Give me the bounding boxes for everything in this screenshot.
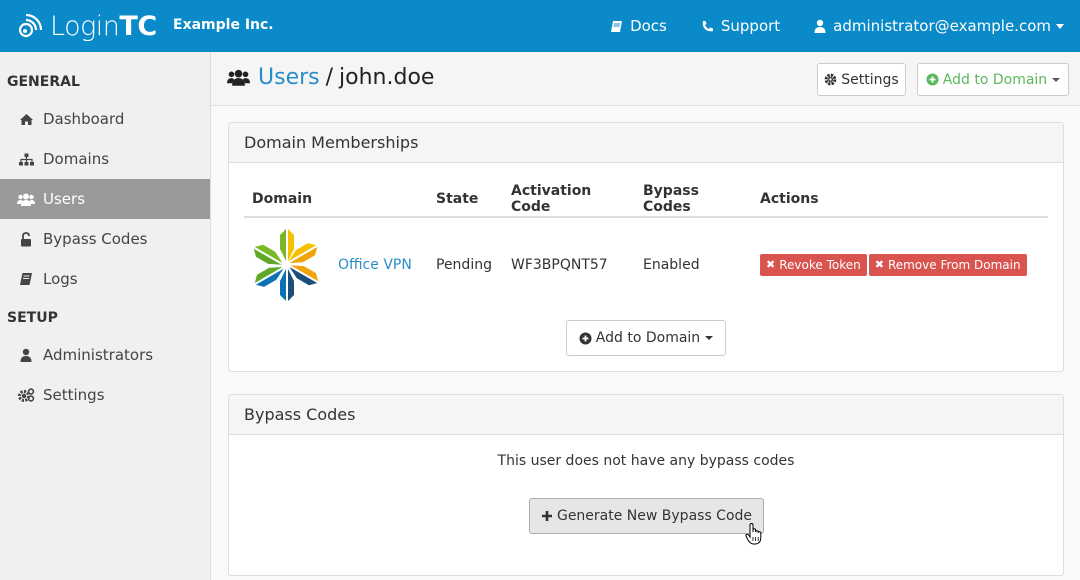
caret-down-icon [705,336,714,340]
domain-logo-icon [253,228,319,301]
gear-icon [824,73,837,86]
domain-link[interactable]: Office VPN [338,257,412,273]
breadcrumb-users-link[interactable]: Users [258,65,320,90]
caret-down-icon [1052,77,1061,82]
docs-link[interactable]: Docs [610,17,667,35]
hand-pointer-cursor-icon [745,523,762,545]
user-icon [814,19,826,33]
sidebar-item-label: Users [43,190,86,208]
domain-cell: Office VPN [244,217,428,311]
add-to-domain-label: Add to Domain [942,71,1048,88]
column-header-domain: Domain [244,181,428,218]
generate-bypass-code-label: Generate New Bypass Code [556,508,753,524]
actions-cell: ✖ Revoke Token ✖ Remove From Domain [752,217,1048,311]
domain-memberships-panel: Domain Memberships Domain State Activati… [228,122,1064,372]
revoke-token-label: Revoke Token [779,257,861,272]
sidebar: GENERAL Dashboard Domains Users Bypass C… [0,52,211,580]
unlock-icon [17,231,35,247]
account-label: administrator@example.com [833,17,1051,35]
column-header-actions: Actions [752,181,1048,218]
panel-title: Domain Memberships [229,123,1063,163]
support-link[interactable]: Support [701,17,780,35]
sidebar-section-general: GENERAL [7,74,80,90]
remove-from-domain-label: Remove From Domain [887,257,1021,272]
page-title: Users / john.doe [227,65,434,90]
page-header: Users / john.doe Settings Add to Domain [211,52,1080,106]
sidebar-item-label: Domains [43,150,110,168]
sidebar-item-label: Settings [43,386,105,404]
column-header-bypass-codes: Bypass Codes [635,181,752,218]
book-icon [611,20,623,32]
add-to-domain-button[interactable]: Add to Domain [566,320,726,356]
sidebar-section-setup: SETUP [7,310,58,326]
book-icon [17,272,35,286]
table-header-row: Domain State Activation Code Bypass Code… [244,181,1048,218]
memberships-table: Domain State Activation Code Bypass Code… [244,181,1048,311]
sidebar-item-label: Dashboard [43,110,125,128]
logintc-logo-icon [18,13,43,38]
add-to-domain-dropdown[interactable]: Add to Domain [917,63,1069,96]
sidebar-item-administrators[interactable]: Administrators [0,335,210,375]
users-icon [17,193,35,206]
sitemap-icon [17,153,35,166]
phone-icon [702,20,713,31]
bypass-codes-cell: Enabled [643,256,700,273]
sidebar-item-label: Bypass Codes [43,230,148,248]
brand-name: LoginTC [50,10,157,42]
bypass-codes-panel: Bypass Codes This user does not have any… [228,394,1064,576]
add-to-domain-label: Add to Domain [595,330,701,346]
settings-button[interactable]: Settings [817,63,906,96]
sidebar-item-logs[interactable]: Logs [0,259,210,299]
support-label: Support [720,17,781,35]
breadcrumb-separator: / [325,65,334,90]
empty-state-message: This user does not have any bypass codes [497,453,795,469]
table-row: Office VPN Pending WF3BPQNT57 Enabled ✖ R… [244,217,1048,311]
sidebar-item-label: Administrators [43,346,154,364]
user-icon [17,348,35,362]
column-header-activation-code: Activation Code [503,181,635,218]
sidebar-item-label: Logs [43,270,78,288]
settings-label: Settings [841,71,899,88]
breadcrumb-current: john.doe [339,65,435,90]
activation-code-cell: WF3BPQNT57 [511,256,608,273]
sidebar-item-bypass-codes[interactable]: Bypass Codes [0,219,210,259]
plus-circle-icon [926,73,939,86]
brand[interactable]: LoginTC [16,8,157,44]
panel-title: Bypass Codes [229,395,1063,435]
docs-label: Docs [630,17,667,35]
account-menu[interactable]: administrator@example.com [814,17,1064,35]
sidebar-item-settings[interactable]: Settings [0,375,210,415]
top-navbar: LoginTC Example Inc. Docs Support admini… [0,0,1080,52]
state-cell: Pending [436,256,492,273]
revoke-token-button[interactable]: ✖ Revoke Token [760,253,867,276]
close-icon: ✖ [874,258,884,271]
organization-name: Example Inc. [173,17,274,33]
close-icon: ✖ [766,258,776,271]
generate-bypass-code-button[interactable]: Generate New Bypass Code [529,498,764,534]
top-nav: Docs Support administrator@example.com [576,0,1064,52]
users-icon [227,69,250,86]
column-header-state: State [428,181,503,218]
plus-icon [541,511,552,521]
sidebar-item-dashboard[interactable]: Dashboard [0,99,210,139]
sidebar-item-users[interactable]: Users [0,179,210,219]
home-icon [17,113,35,126]
plus-circle-icon [579,332,592,344]
caret-down-icon [1056,23,1064,29]
sidebar-item-domains[interactable]: Domains [0,139,210,179]
gears-icon [17,388,35,402]
remove-from-domain-button[interactable]: ✖ Remove From Domain [868,253,1027,276]
